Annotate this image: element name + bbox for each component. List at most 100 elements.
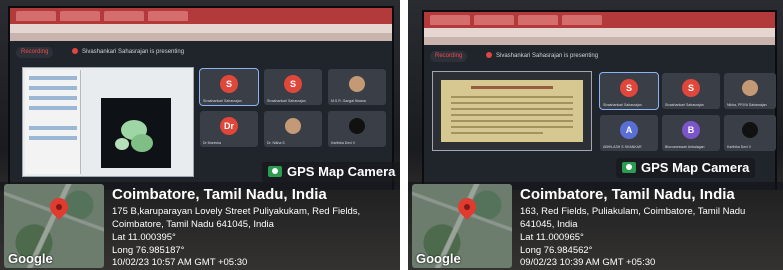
avatar: S xyxy=(284,75,302,93)
molecule-viewer xyxy=(101,98,171,168)
participant-photo xyxy=(349,76,365,92)
participant-tile[interactable]: S Sivashankari Sahasrajan xyxy=(599,72,659,110)
recording-indicator: Recording xyxy=(430,51,468,62)
browser-tab xyxy=(148,11,188,21)
browser-url-bar xyxy=(10,24,392,33)
recording-label: Recording xyxy=(21,49,49,55)
shared-window-row xyxy=(29,106,77,110)
participant-name: ABHILASH S SHANKAR xyxy=(603,145,642,149)
longitude: Long 76.985187° xyxy=(112,245,185,256)
browser-tab xyxy=(430,15,470,25)
browser-bookmarks-bar xyxy=(10,33,392,41)
participant-tile[interactable]: M.S.R. Gangai Nisana xyxy=(328,69,386,105)
avatar: S xyxy=(220,75,238,93)
participant-tile[interactable]: Dr. Nikha S xyxy=(264,111,322,147)
presenting-banner: Sivashankari Sahasrajan is presenting xyxy=(72,47,184,58)
latitude: Lat 11.000965° xyxy=(520,232,584,243)
document-line xyxy=(451,126,573,128)
browser-tab xyxy=(16,11,56,21)
document-line xyxy=(451,132,543,134)
participant-tile[interactable]: Dr Dr Monisha xyxy=(200,111,258,147)
participant-tile[interactable]: Karthika Devi V xyxy=(724,115,776,151)
browser-tab xyxy=(104,11,144,21)
gps-camera-badge: GPS Map Camera xyxy=(616,158,756,178)
recording-label: Recording xyxy=(435,53,463,59)
shared-document xyxy=(441,80,583,142)
avatar: S xyxy=(682,79,700,97)
participant-name: Sivashankari Sahasrajan xyxy=(203,99,242,103)
participant-photo xyxy=(349,118,365,134)
participant-name: Sivashankari Sahasrajan xyxy=(267,99,306,103)
location-overlay: Google Coimbatore, Tamil Nadu, India 175… xyxy=(0,182,400,270)
participant-name: Dr. Nikha S xyxy=(267,141,285,145)
participant-name: Nikha, PRIYA Sahasrajan xyxy=(727,103,767,107)
avatar: A xyxy=(620,121,638,139)
camera-icon xyxy=(268,166,282,177)
presenting-banner: Sivashankari Sahasrajan is presenting xyxy=(486,51,598,62)
shared-window-row xyxy=(29,96,77,100)
browser-tab-bar xyxy=(10,8,392,24)
longitude: Long 76.984562° xyxy=(520,245,593,256)
timestamp: 10/02/23 10:57 AM GMT +05:30 xyxy=(112,257,248,268)
participant-tile[interactable]: B Bhuvaneswari Anbalagan xyxy=(662,115,720,151)
browser-tab xyxy=(60,11,100,21)
participant-tile[interactable]: Karthika Devi V xyxy=(328,111,386,147)
shared-window-row xyxy=(29,136,77,140)
mini-map: Google xyxy=(4,184,104,268)
participant-name: Karthika Devi V xyxy=(727,145,752,149)
browser-url-bar xyxy=(424,28,775,37)
document-heading xyxy=(471,86,553,89)
photo-right: Recording Sivashankari Sahasrajan is pre… xyxy=(408,0,783,270)
document-line xyxy=(451,120,573,122)
document-line xyxy=(451,114,573,116)
recording-indicator: Recording xyxy=(16,47,54,58)
location-overlay: Google Coimbatore, Tamil Nadu, India 163… xyxy=(408,182,783,270)
browser-bookmarks-bar xyxy=(424,37,775,45)
mini-map: Google xyxy=(412,184,512,268)
location-title: Coimbatore, Tamil Nadu, India xyxy=(520,186,735,203)
presenting-dot-icon xyxy=(486,52,492,59)
participant-photo xyxy=(742,122,758,138)
document-line xyxy=(451,108,573,110)
shared-window-row xyxy=(29,86,77,90)
participant-name: Sivashankari Sahasrajan xyxy=(665,103,704,107)
camera-icon xyxy=(622,162,636,173)
participant-tile[interactable]: Nikha, PRIYA Sahasrajan xyxy=(724,73,776,109)
map-pin-icon xyxy=(454,194,480,220)
avatar: B xyxy=(682,121,700,139)
timestamp: 09/02/23 10:39 AM GMT +05:30 xyxy=(520,257,656,268)
document-line xyxy=(451,102,573,104)
presenting-text: Sivashankari Sahasrajan is presenting xyxy=(82,49,185,55)
participant-tile[interactable]: S Sivashankari Sahasrajan xyxy=(662,73,720,109)
participant-photo xyxy=(285,118,301,134)
participant-name: Sivashankari Sahasrajan xyxy=(603,103,642,107)
participant-tile[interactable]: S Sivashankari Sahasrajan xyxy=(199,68,259,106)
participant-tile[interactable]: A ABHILASH S SHANKAR xyxy=(600,115,658,151)
address-line: 175 B,karuparayan Lovely Street Puliyaku… xyxy=(112,206,361,217)
photo-left: Recording Sivashankari Sahasrajan is pre… xyxy=(0,0,400,270)
gps-camera-badge: GPS Map Camera xyxy=(262,162,400,182)
shared-window-row xyxy=(29,126,77,130)
address-line: Coimbatore, Tamil Nadu 641045, India xyxy=(112,219,274,230)
gps-badge-label: GPS Map Camera xyxy=(287,164,396,179)
browser-tab xyxy=(474,15,514,25)
map-pin-icon xyxy=(46,194,72,220)
shared-window-row xyxy=(29,76,77,80)
address-line: 163, Red Fields, Puliakulam, Coimbatore,… xyxy=(520,206,746,217)
participant-name: M.S.R. Gangai Nisana xyxy=(331,99,366,103)
location-title: Coimbatore, Tamil Nadu, India xyxy=(112,186,327,203)
browser-tab xyxy=(562,15,602,25)
participant-name: Bhuvaneswari Anbalagan xyxy=(665,145,705,149)
participant-tile[interactable]: S Sivashankari Sahasrajan xyxy=(264,69,322,105)
address-line: 641045, India xyxy=(520,219,578,230)
avatar: Dr xyxy=(220,117,238,135)
shared-screen xyxy=(432,71,592,151)
document-line xyxy=(451,96,573,98)
presenting-text: Sivashankari Sahasrajan is presenting xyxy=(496,53,599,59)
shared-window-sidebar xyxy=(25,70,81,174)
participant-photo xyxy=(742,80,758,96)
gps-badge-label: GPS Map Camera xyxy=(641,160,750,175)
browser-tab xyxy=(518,15,558,25)
participant-name: Dr Monisha xyxy=(203,141,221,145)
latitude: Lat 11.000395° xyxy=(112,232,176,243)
